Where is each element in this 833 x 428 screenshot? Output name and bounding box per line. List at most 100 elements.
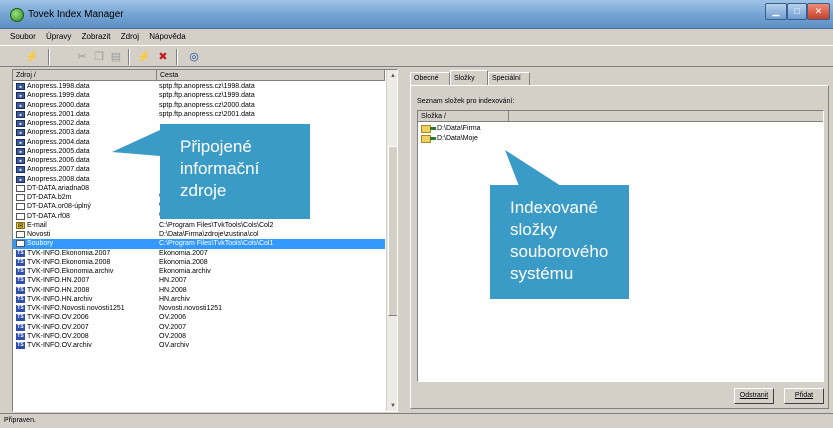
db-icon: ▪ xyxy=(16,157,25,165)
folder-icon xyxy=(421,134,437,144)
source-path: Novosti.novosti1251 xyxy=(159,305,223,312)
header-divider xyxy=(508,111,509,122)
db-icon: ▪ xyxy=(16,101,25,110)
menu-soubor[interactable]: Soubor xyxy=(6,30,40,44)
tvk-icon: TS xyxy=(16,295,25,303)
toolbar-separator xyxy=(48,49,50,65)
table-row[interactable]: TS TVK-INFO.OV.2008 OV.2008 xyxy=(13,332,385,341)
table-row[interactable]: ▪ Anopress.1998.data sptp.ftp.anopress.cz\… xyxy=(13,82,385,91)
scroll-up-icon[interactable]: ▲ xyxy=(387,70,397,82)
source-path: sptp.ftp.anopress.cz\2000.data xyxy=(159,101,255,109)
tvk-icon: TS xyxy=(16,277,25,285)
table-row[interactable]: ▪ Anopress.2000.data sptp.ftp.anopress.cz\… xyxy=(13,101,385,110)
table-row[interactable]: TS TVK-INFO.HN.2007 HN.2007 xyxy=(13,276,385,285)
tvk-icon: TS xyxy=(16,314,25,322)
table-row[interactable]: ✉ E-mail C:\Program Files\TvkTools\Cols\Co… xyxy=(13,221,385,230)
menu-bar: Soubor Úpravy Zobrazit Zdroj Nápověda xyxy=(0,30,833,44)
minimize-button[interactable]: ▁ xyxy=(765,3,787,20)
column-source[interactable]: Zdroj / xyxy=(13,70,157,81)
source-name: DT-DATA.ariadna08 xyxy=(27,184,89,192)
add-button[interactable]: Přidat xyxy=(784,388,824,404)
source-name: TVK-INFO.Ekonomia.2007 xyxy=(27,249,111,257)
source-name: Anopress.1999.data xyxy=(27,92,90,100)
db-icon: ▪ xyxy=(16,147,25,156)
folder-path: D:\Data\Firma xyxy=(437,125,481,132)
properties-icon[interactable]: ◎ xyxy=(186,49,202,65)
table-row[interactable]: TS TVK-INFO.HN.2008 HN.2008 xyxy=(13,286,385,295)
source-path: HN.2008 xyxy=(159,286,187,294)
source-name: Anopress.2007.data xyxy=(27,166,90,174)
source-path: C:\Program Files\TvkTools\Cols\Col2 xyxy=(159,221,274,229)
table-row[interactable]: TS TVK-INFO.OV.2006 OV.2006 xyxy=(13,313,385,322)
source-path: HN.archiv xyxy=(159,295,190,303)
source-path: OV.2006 xyxy=(159,314,186,322)
sources-scrollbar[interactable]: ▲ ▼ xyxy=(386,70,397,411)
sources-header: Zdroj / Cesta xyxy=(13,70,385,81)
table-row[interactable]: TS TVK-INFO.Ekonomia.archiv Ekonomia.archi… xyxy=(13,267,385,276)
table-row[interactable]: TS TVK-INFO.Ekonomia.2007 Ekonomia.2007 xyxy=(13,249,385,258)
source-name: TVK-INFO.HN.archiv xyxy=(27,295,93,303)
source-name: Anopress.1998.data xyxy=(27,83,90,90)
scroll-thumb[interactable] xyxy=(388,146,397,316)
source-name: TVK-INFO.OV.2006 xyxy=(27,314,89,322)
remove-button[interactable]: Odstranit xyxy=(734,388,774,404)
table-row[interactable]: TS TVK-INFO.OV.archiv OV.archiv xyxy=(13,341,385,350)
sources-list[interactable]: Zdroj / Cesta ▪ Anopress.1998.data sptp.ft… xyxy=(12,69,398,412)
callout-folders: Indexované složky souborového systému xyxy=(490,185,629,299)
toolbar-separator xyxy=(176,49,178,65)
folders-label: Seznam složek pro indexování: xyxy=(417,98,515,105)
db-icon: ▪ xyxy=(16,120,25,128)
wand-icon[interactable]: ⚡ xyxy=(24,49,40,65)
source-path: D:\Data\Firma\zdroje\zustina\col xyxy=(159,231,259,238)
folder-item[interactable]: D:\Data\Moje xyxy=(421,134,478,144)
scroll-down-icon[interactable]: ▼ xyxy=(387,400,397,411)
window-title: Tovek Index Manager xyxy=(28,9,124,20)
source-name: DT-DATA.rf08 xyxy=(27,212,70,220)
callout-sources-tail xyxy=(112,130,160,156)
table-row[interactable]: Soubory C:\Program Files\TvkTools\Cols\Co… xyxy=(13,239,385,249)
folder-path: D:\Data\Moje xyxy=(437,135,478,142)
close-button[interactable]: ✕ xyxy=(807,3,830,20)
doc-icon xyxy=(16,212,25,220)
db-icon: ▪ xyxy=(16,129,25,137)
tvk-icon: TS xyxy=(16,323,25,331)
source-name: TVK-INFO.HN.2007 xyxy=(27,277,90,285)
db-icon: ▪ xyxy=(16,166,25,174)
maximize-button[interactable]: □ xyxy=(787,3,807,20)
cut-icon[interactable]: ✂ xyxy=(74,49,90,65)
new-source-icon[interactable]: ⚡ xyxy=(136,49,152,65)
table-row[interactable]: TS TVK-INFO.HN.archiv HN.archiv xyxy=(13,295,385,304)
delete-icon[interactable]: ✖ xyxy=(155,49,171,65)
toolbar-separator xyxy=(128,49,130,65)
column-path[interactable]: Cesta xyxy=(157,70,385,81)
doc-icon xyxy=(16,194,25,201)
doc-icon xyxy=(16,231,25,238)
tab-slozky[interactable]: Složky xyxy=(450,70,488,85)
table-row[interactable]: TS TVK-INFO.Ekonomia.2008 Ekonomia.2008 xyxy=(13,258,385,267)
table-row[interactable]: Novosti D:\Data\Firma\zdroje\zustina\col xyxy=(13,230,385,239)
folder-item[interactable]: D:\Data\Firma xyxy=(421,124,481,134)
source-path: OV.2007 xyxy=(159,323,186,331)
folders-header[interactable]: Složka / xyxy=(418,111,823,122)
mail-icon: ✉ xyxy=(16,221,25,230)
menu-zobrazit[interactable]: Zobrazit xyxy=(78,30,115,44)
table-row[interactable]: ▪ Anopress.2001.data sptp.ftp.anopress.cz\… xyxy=(13,110,385,119)
panel-splitter[interactable] xyxy=(399,69,403,412)
db-icon: ▪ xyxy=(16,83,25,91)
callout-folders-tail xyxy=(505,150,561,186)
doc-icon xyxy=(16,240,25,248)
copy-icon[interactable]: ❐ xyxy=(91,49,107,65)
paste-icon[interactable]: ▤ xyxy=(108,49,124,65)
source-name: E-mail xyxy=(27,221,47,229)
table-row[interactable]: TS TVK-INFO.Novosti.novosti1251 Novosti.no… xyxy=(13,304,385,313)
table-row[interactable]: TS TVK-INFO.OV.2007 OV.2007 xyxy=(13,323,385,332)
source-path: sptp.ftp.anopress.cz\1999.data xyxy=(159,92,255,100)
tab-specialni[interactable]: Speciální xyxy=(488,72,530,85)
menu-upravy[interactable]: Úpravy xyxy=(42,30,75,44)
column-folder[interactable]: Složka / xyxy=(421,113,446,120)
tab-obecne[interactable]: Obecné xyxy=(410,72,450,85)
menu-napoveda[interactable]: Nápověda xyxy=(145,30,189,44)
tvk-icon: TS xyxy=(16,258,25,266)
table-row[interactable]: ▪ Anopress.1999.data sptp.ftp.anopress.cz\… xyxy=(13,91,385,100)
menu-zdroj[interactable]: Zdroj xyxy=(117,30,143,44)
